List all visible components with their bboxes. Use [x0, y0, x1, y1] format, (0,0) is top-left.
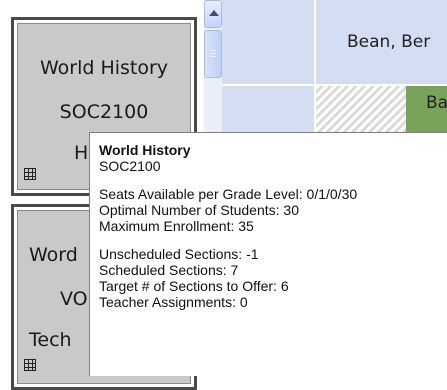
scroll-thumb[interactable] — [204, 30, 222, 78]
grid-icon[interactable] — [24, 359, 36, 371]
course-info-tooltip: World History SOC2100 Seats Available pe… — [89, 132, 447, 376]
tooltip-title: World History — [99, 142, 191, 158]
grid-icon[interactable] — [24, 168, 36, 180]
tooltip-teacher-assignments: Teacher Assignments: 0 — [99, 294, 248, 310]
tooltip-seats-available: Seats Available per Grade Level: 0/1/0/3… — [99, 186, 358, 202]
scroll-up-arrow-icon[interactable] — [204, 0, 222, 28]
course-card-code: SOC2100 — [59, 101, 149, 123]
schedule-cell[interactable] — [222, 0, 314, 84]
tooltip-max-enrollment: Maximum Enrollment: 35 — [99, 218, 254, 234]
tooltip-course-code: SOC2100 — [99, 158, 161, 174]
tooltip-unscheduled-sections: Unscheduled Sections: -1 — [99, 246, 259, 262]
tooltip-scheduled-sections: Scheduled Sections: 7 — [99, 262, 239, 278]
tooltip-optimal-students: Optimal Number of Students: 30 — [99, 202, 299, 218]
tooltip-target-sections: Target # of Sections to Offer: 6 — [99, 278, 289, 294]
section-label: Ba — [426, 93, 447, 113]
course-card-title: World History — [39, 57, 169, 79]
teacher-name: Bean, Ber — [347, 32, 431, 52]
